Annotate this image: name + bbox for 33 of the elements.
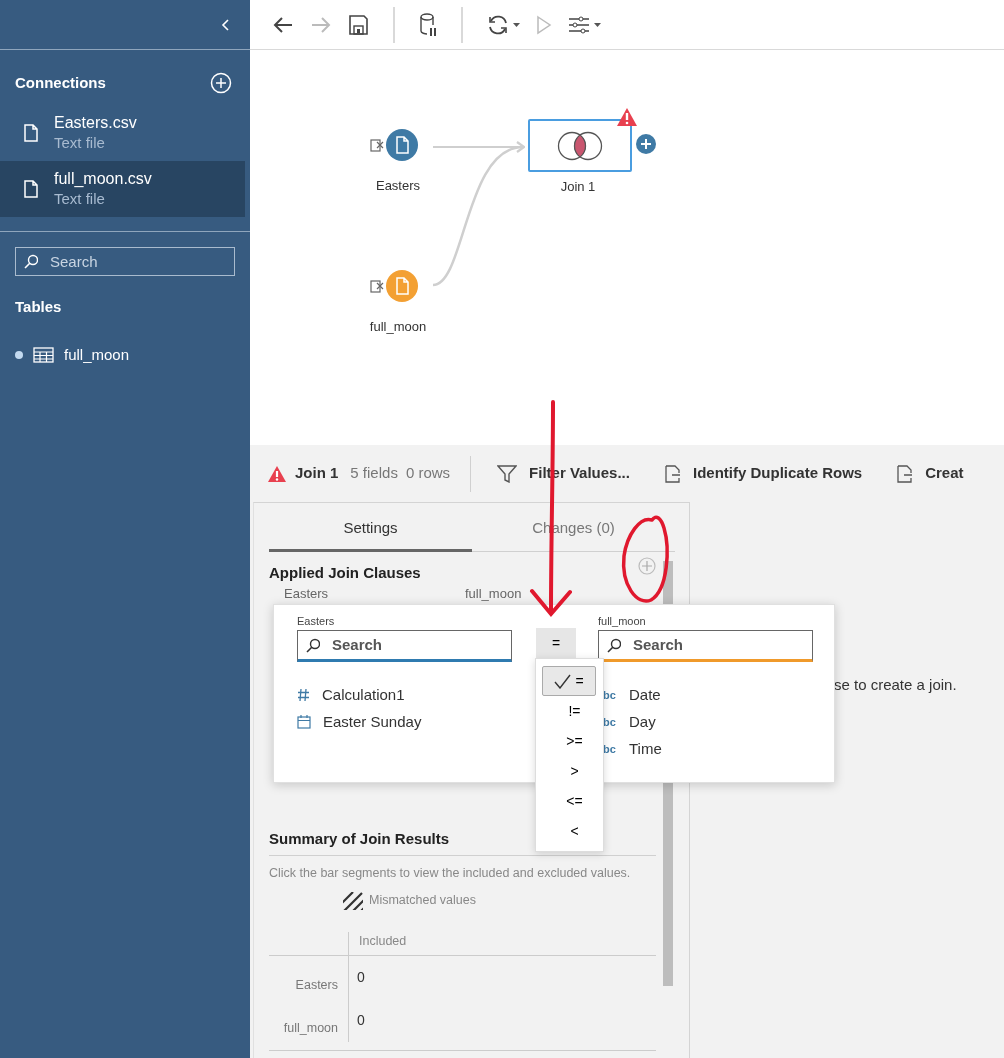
row-label: Easters bbox=[295, 977, 338, 995]
section-title: Tables bbox=[15, 296, 63, 317]
row-count: 0 rows bbox=[405, 463, 451, 484]
field-label: full_moon bbox=[598, 614, 647, 629]
type-label: bc bbox=[603, 687, 617, 703]
column-header: full_moon bbox=[465, 587, 522, 601]
legend-label: Mismatched values bbox=[369, 892, 476, 910]
connection-name: Easters.csv bbox=[54, 112, 137, 133]
node-label: full_moon bbox=[369, 318, 427, 336]
field-label: Easters bbox=[297, 614, 336, 629]
column-header: Easters bbox=[284, 587, 330, 601]
table-cell-text: 0 bbox=[356, 968, 365, 987]
type-label: bc bbox=[603, 741, 617, 757]
section-title: Applied Join Clauses bbox=[269, 562, 421, 583]
column-header: Included bbox=[358, 933, 407, 950]
row-label: full_moon bbox=[283, 1020, 338, 1038]
hint-text: Click the bar segments to view the included and excluded values. bbox=[269, 864, 632, 882]
hint-text: se to create a join. bbox=[834, 675, 957, 695]
field-name: Easter Sunday bbox=[323, 711, 422, 732]
connection-name: full_moon.csv bbox=[54, 168, 152, 189]
type-label: bc bbox=[603, 714, 617, 730]
node-label: Easters bbox=[375, 177, 421, 195]
field-name: Calculation1 bbox=[322, 684, 405, 705]
table-cell-text: 0 bbox=[356, 1011, 365, 1030]
field-name: Time bbox=[629, 738, 662, 759]
step-title: Join 1 bbox=[295, 463, 339, 484]
field-name: Date bbox=[629, 684, 661, 705]
field-name: Day bbox=[629, 711, 656, 732]
connection-type: Text file bbox=[54, 188, 106, 209]
node-label: Join 1 bbox=[560, 178, 596, 196]
field-count: 5 fields bbox=[350, 463, 398, 484]
section-title: Connections bbox=[15, 73, 106, 93]
connection-type: Text file bbox=[54, 132, 106, 153]
